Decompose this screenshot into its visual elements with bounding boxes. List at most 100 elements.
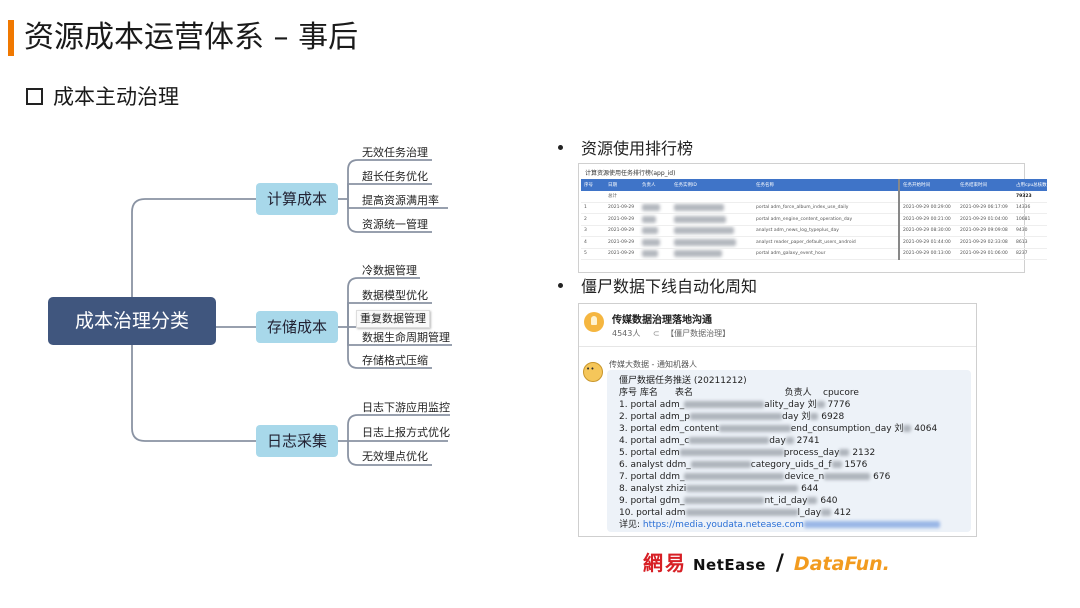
bullet-zombie: 僵尸数据下线自动化周知 (558, 276, 757, 298)
blurred-text (642, 227, 658, 235)
table-row: 1 2021-09-29 portal adm_force_album_inde… (581, 202, 1047, 214)
table-cell: 2021-09-29 (605, 213, 639, 226)
blurred-text (718, 425, 791, 432)
message-bubble: 僵尸数据任务推送 (20211212) 序号 库名 表名 负责人 cpucore… (607, 370, 971, 532)
table-cell: 2021-09-29 (605, 248, 639, 260)
table-cell (581, 191, 605, 203)
table-cell (671, 202, 753, 214)
message-line: 1. portal adm_ ality_day 刘 7776 (619, 400, 851, 410)
blurred-text (690, 461, 751, 468)
chat-meta: 4543人 ⊂ 【僵尸数据治理】 (612, 328, 730, 339)
table-cell: 8237 (1013, 248, 1047, 260)
message-line: 10. portal adm l_day 412 (619, 508, 852, 518)
blurred-text (803, 521, 940, 528)
table-cell: 9430 (1013, 225, 1047, 237)
message-detail: 详见: https://media.youdata.netease.com (619, 520, 940, 531)
col-header: 任务开始时间 (899, 179, 957, 191)
blurred-text (839, 449, 850, 456)
table-cell: analyst adm_news_log_typeplus_day (753, 225, 900, 237)
blurred-text (684, 401, 765, 408)
table-row: 5 2021-09-29 portal adm_galaxy_event_hou… (581, 248, 1047, 260)
table-cell: 总计 (605, 191, 639, 203)
table-cell: 2021-09-29 01:06:00 (957, 248, 1013, 260)
table-cell: 2021-09-29 00:29:00 (899, 202, 957, 214)
blurred-text (674, 227, 734, 235)
table-cell: 10681 (1013, 213, 1047, 226)
message-line: 6. analyst ddm_ category_uids_d_f 1576 (619, 460, 868, 470)
bullet-ranking: 资源使用排行榜 (558, 138, 693, 160)
table-cell (639, 225, 671, 237)
link-icon: ⊂ (652, 329, 660, 338)
group-avatar-icon (584, 312, 604, 332)
blurred-text (684, 497, 765, 504)
blurred-text (674, 215, 726, 223)
page-title: 资源成本运营体系 – 事后 (24, 20, 359, 55)
table-cell: 2021-09-29 01:44:00 (899, 236, 957, 249)
table-cell: 2021-09-29 01:04:00 (957, 213, 1013, 226)
blurred-text (689, 437, 770, 444)
message-line: 2. portal adm_p day 刘 6928 (619, 412, 845, 422)
table-cell: 3 (581, 225, 605, 237)
col-header: 序号 (581, 179, 605, 191)
logo-separator: / (775, 551, 784, 576)
table-cell: 2021-09-29 00:13:00 (899, 248, 957, 260)
blurred-text (679, 449, 784, 456)
blurred-text (831, 461, 842, 468)
blurred-text (807, 497, 818, 504)
category-compute: 计算成本 (256, 183, 338, 215)
message-sender: 传媒大数据 - 通知机器人 (609, 360, 697, 369)
table-cell: 2021-09-29 06:17:09 (957, 202, 1013, 214)
table-cell (639, 213, 671, 226)
table-row: 4 2021-09-29 analyst reader_paper_defaul… (581, 236, 1047, 249)
blurred-text (684, 473, 785, 480)
table-cell: 2021-09-29 (605, 225, 639, 237)
blurred-text (816, 401, 825, 408)
blurred-text (810, 413, 819, 420)
table-cell (671, 248, 753, 260)
table-cell: portal adm_force_album_index_use_daily (753, 202, 900, 214)
section-subtitle: 成本主动治理 (26, 82, 179, 112)
table-cell: portal adm_engine_content_operation_day (753, 213, 900, 226)
table-row-total: 总计 79323 (581, 191, 1047, 203)
table-cell (753, 191, 900, 203)
table-cell (639, 191, 671, 203)
col-header: 日期 (605, 179, 639, 191)
blurred-text (674, 250, 722, 258)
detail-link[interactable]: https://media.youdata.netease.com (643, 520, 804, 530)
blurred-text (642, 250, 658, 258)
leaf-storage-3: 重复数据管理 (356, 310, 430, 328)
table-cell: 2021-09-29 09:09:08 (957, 225, 1013, 237)
blurred-text (674, 204, 724, 212)
chat-group-name[interactable]: 传媒数据治理落地沟通 (612, 311, 712, 326)
table-cell (639, 248, 671, 260)
netease-logo-en: NetEase (693, 556, 766, 574)
col-header: 任务实例ID (671, 179, 753, 191)
table-cell: portal adm_galaxy_event_hour (753, 248, 900, 260)
leaf-storage-2: 数据模型优化 (362, 289, 428, 302)
ranking-table: 序号 日期 负责人 任务实例ID 任务名称 任务开始时间 任务结束时间 占用cp… (581, 179, 1047, 260)
col-header: 任务名称 (753, 179, 900, 191)
subtitle-text: 成本主动治理 (53, 85, 179, 109)
table-cell: 2021-09-29 (605, 202, 639, 214)
table-cell: 2021-09-29 (605, 236, 639, 249)
blurred-text (824, 473, 871, 480)
robot-avatar-icon (583, 362, 603, 382)
message-line: 9. portal gdm_ nt_id_day 640 (619, 496, 838, 506)
category-storage: 存储成本 (256, 311, 338, 343)
leaf-compute-2: 超长任务优化 (362, 170, 428, 183)
table-row: 2 2021-09-29 portal adm_engine_content_o… (581, 213, 1047, 226)
bullet-dot-icon (558, 283, 563, 288)
bullet-dot-icon (558, 145, 563, 150)
blurred-text (642, 215, 656, 223)
table-cell: 2 (581, 213, 605, 226)
table-cell (639, 202, 671, 214)
chat-panel: 传媒数据治理落地沟通 4543人 ⊂ 【僵尸数据治理】 传媒大数据 - 通知机器… (578, 303, 977, 537)
member-count: 4543人 (612, 329, 641, 338)
mindmap-root: 成本治理分类 (48, 297, 216, 345)
leaf-log-3: 无效埋点优化 (362, 450, 428, 463)
blurred-text (642, 204, 660, 212)
leaf-compute-4: 资源统一管理 (362, 218, 428, 231)
col-header: 负责人 (639, 179, 671, 191)
checkbox-icon (26, 87, 43, 105)
table-cell: 2021-09-29 02:33:08 (957, 236, 1013, 249)
